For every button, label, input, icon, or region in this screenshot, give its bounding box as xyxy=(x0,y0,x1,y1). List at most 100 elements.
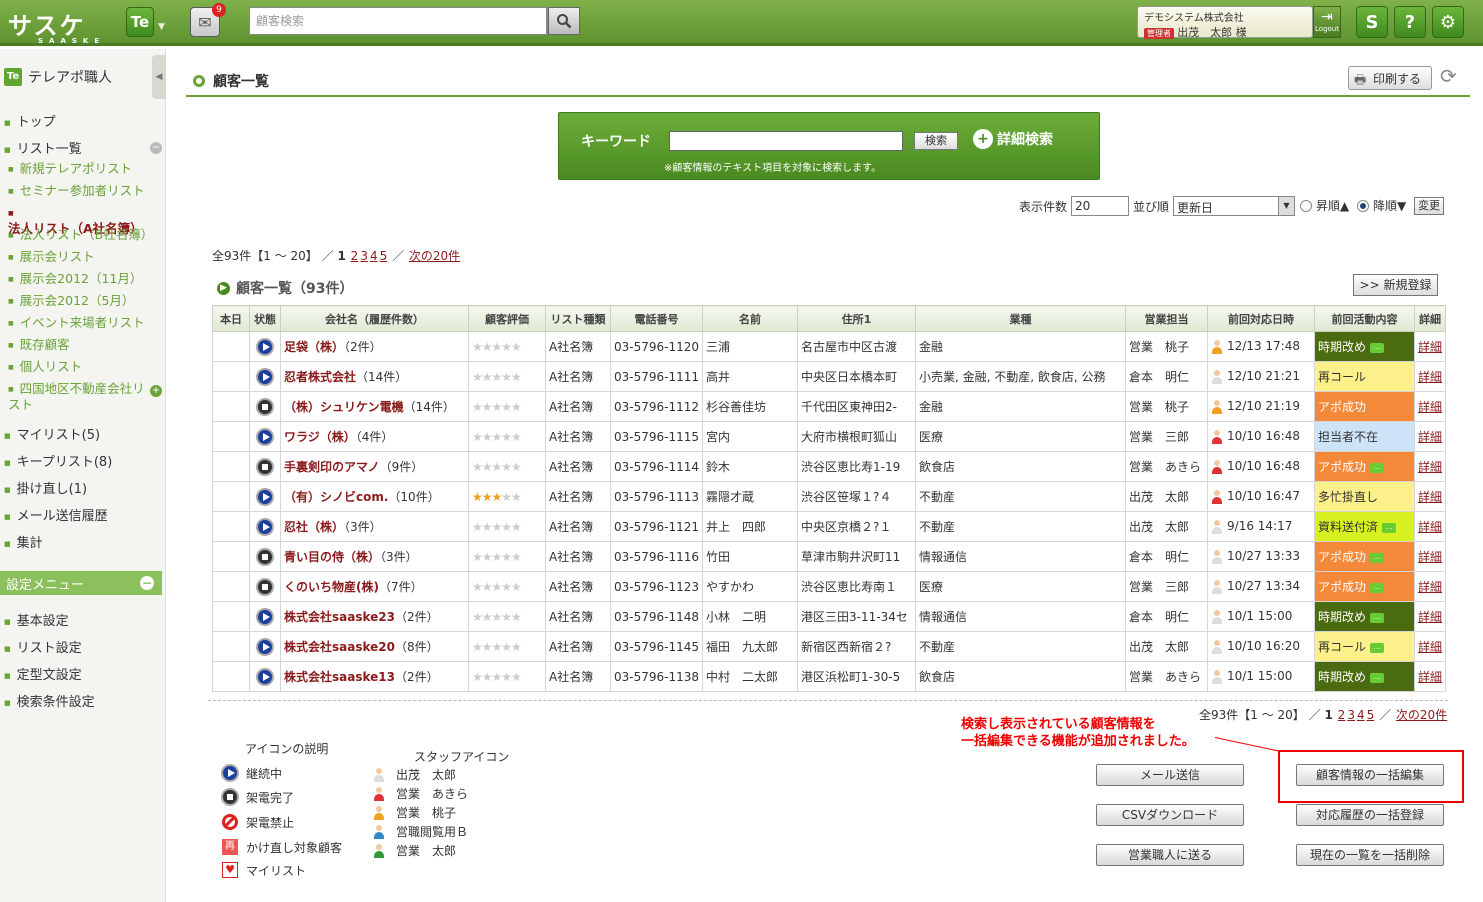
star-rating-icon[interactable]: ★★★★★ xyxy=(472,490,522,504)
collapse-icon[interactable]: − xyxy=(140,576,154,590)
detail-link[interactable]: 詳細 xyxy=(1418,520,1442,534)
app-switch-button[interactable]: Te xyxy=(126,7,154,37)
help-icon[interactable]: ? xyxy=(1394,6,1426,38)
table-row[interactable]: 忍社（株）（3件） ★★★★★ A社名簿 03-5796-1121 井上 四郎 中央区京橋… xyxy=(212,511,1447,542)
comment-icon[interactable]: … xyxy=(1370,342,1385,353)
call-done-icon[interactable] xyxy=(256,577,274,596)
sidebar-item-mylist[interactable]: マイリスト(5) xyxy=(4,424,100,443)
sidebar-item-lists[interactable]: リスト一覧 xyxy=(4,138,82,157)
search-button[interactable] xyxy=(548,7,580,35)
sort-select[interactable]: 更新日 ▼ xyxy=(1173,196,1295,216)
continue-icon[interactable] xyxy=(256,487,274,506)
star-rating-icon[interactable]: ★★★★★ xyxy=(472,520,522,534)
table-row[interactable]: （株）シュリケン電機（14件） ★★★★★ A社名簿 03-5796-1112 杉谷善佳… xyxy=(212,391,1447,422)
sidebar-list-item[interactable]: 展示会リスト xyxy=(8,249,154,265)
sidebar-list-item[interactable]: 四国地区不動産会社リスト xyxy=(8,381,150,412)
pager-next[interactable]: 次の20件 xyxy=(1396,708,1447,722)
sidebar-list-item[interactable]: イベント来場者リスト xyxy=(8,315,154,331)
sidebar-list-item[interactable]: セミナー参加者リスト xyxy=(8,183,154,199)
detail-link[interactable]: 詳細 xyxy=(1418,610,1442,624)
sidebar-item-keeplist[interactable]: キープリスト(8) xyxy=(4,451,113,470)
detail-link[interactable]: 詳細 xyxy=(1418,400,1442,414)
sidebar-item-recall[interactable]: 掛け直し(1) xyxy=(4,478,87,497)
continue-icon[interactable] xyxy=(256,517,274,536)
pager-link[interactable]: 4 xyxy=(1357,708,1365,722)
table-row[interactable]: 足袋（株）（2件） ★★★★★ A社名簿 03-5796-1120 三浦 名古屋市中区古渡… xyxy=(212,331,1447,362)
bulk-history-button[interactable]: 対応履歴の一括登録 xyxy=(1296,804,1444,826)
pager-link[interactable]: 2 xyxy=(351,249,359,263)
detail-link[interactable]: 詳細 xyxy=(1418,490,1442,504)
table-row[interactable]: 手裏剣印のアマノ（9件） ★★★★★ A社名簿 03-5796-1114 鈴木 渋谷区恵比… xyxy=(212,451,1447,482)
pager-link[interactable]: 5 xyxy=(380,249,388,263)
star-rating-icon[interactable]: ★★★★★ xyxy=(472,340,522,354)
table-row[interactable]: （有）シノビcom.（10件） ★★★★★ A社名簿 03-5796-1113 霧隠才蔵… xyxy=(212,481,1447,512)
csv-download-button[interactable]: CSVダウンロード xyxy=(1096,804,1244,826)
sidebar-list-item[interactable]: 新規テレアポリスト xyxy=(8,161,154,177)
detail-link[interactable]: 詳細 xyxy=(1418,370,1442,384)
sidebar-list-item[interactable]: 個人リスト xyxy=(8,359,154,375)
new-customer-button[interactable]: >> 新規登録 xyxy=(1353,274,1438,296)
pager-link[interactable]: 3 xyxy=(1347,708,1355,722)
pager-link[interactable]: 2 xyxy=(1338,708,1346,722)
sidebar-list-item[interactable]: 法人リスト（B社名簿） xyxy=(8,227,154,243)
display-count-input[interactable]: 20 xyxy=(1071,196,1129,216)
call-done-icon[interactable] xyxy=(256,397,274,416)
company-link[interactable]: 青い目の侍（株） xyxy=(284,550,380,564)
call-done-icon[interactable] xyxy=(256,547,274,566)
sidebar-item-mail-history[interactable]: メール送信履歴 xyxy=(4,505,108,524)
star-rating-icon[interactable]: ★★★★★ xyxy=(472,460,522,474)
star-rating-icon[interactable]: ★★★★★ xyxy=(472,370,522,384)
table-row[interactable]: ワラジ（株）（4件） ★★★★★ A社名簿 03-5796-1115 宮内 大府市横根町狐… xyxy=(212,421,1447,452)
pager-link[interactable]: 5 xyxy=(1367,708,1375,722)
advanced-search-button[interactable]: + 詳細検索 xyxy=(973,129,1053,149)
company-link[interactable]: （有）シノビcom. xyxy=(284,490,388,504)
star-rating-icon[interactable]: ★★★★★ xyxy=(472,580,522,594)
comment-icon[interactable]: … xyxy=(1382,522,1397,533)
collapse-icon[interactable]: − xyxy=(150,142,162,154)
table-row[interactable]: くのいち物産(株)（7件） ★★★★★ A社名簿 03-5796-1123 やすかわ 渋谷… xyxy=(212,571,1447,602)
company-link[interactable]: ワラジ（株） xyxy=(284,430,356,444)
sidebar-setting-template[interactable]: 定型文設定 xyxy=(4,664,82,683)
sidebar-setting-search[interactable]: 検索条件設定 xyxy=(4,691,95,710)
detail-link[interactable]: 詳細 xyxy=(1418,550,1442,564)
sidebar-list-item[interactable]: 展示会2012（11月） xyxy=(8,271,154,287)
comment-icon[interactable]: … xyxy=(1370,642,1385,653)
desc-radio[interactable] xyxy=(1357,200,1369,212)
company-link[interactable]: 手裏剣印のアマノ xyxy=(284,460,380,474)
sidebar-setting-basic[interactable]: 基本設定 xyxy=(4,610,69,629)
star-rating-icon[interactable]: ★★★★★ xyxy=(472,430,522,444)
settings-menu-header[interactable]: 設定メニュー − xyxy=(0,571,162,595)
continue-icon[interactable] xyxy=(256,637,274,656)
comment-icon[interactable]: … xyxy=(1370,462,1385,473)
star-rating-icon[interactable]: ★★★★★ xyxy=(472,400,522,414)
logout-button[interactable]: ⇥ Logout xyxy=(1313,6,1341,38)
bulk-edit-button[interactable]: 顧客情報の一括編集 xyxy=(1296,764,1444,786)
detail-link[interactable]: 詳細 xyxy=(1418,640,1442,654)
company-link[interactable]: （株）シュリケン電機 xyxy=(284,400,404,414)
keyword-search-button[interactable]: 検索 xyxy=(914,132,958,150)
table-row[interactable]: 青い目の侍（株）（3件） ★★★★★ A社名簿 03-5796-1116 竹田 草津市駒井… xyxy=(212,541,1447,572)
continue-icon[interactable] xyxy=(256,427,274,446)
sidebar-collapse-handle[interactable]: ◀ xyxy=(152,55,166,99)
keyword-input[interactable] xyxy=(669,131,903,151)
user-info[interactable]: デモシステム株式会社 管理者 出茂 太郎 様 xyxy=(1137,6,1313,39)
company-link[interactable]: 忍者株式会社 xyxy=(284,370,356,384)
comment-icon[interactable]: … xyxy=(1370,582,1385,593)
sidebar-setting-list[interactable]: リスト設定 xyxy=(4,637,82,656)
asc-radio[interactable] xyxy=(1300,200,1312,212)
continue-icon[interactable] xyxy=(256,367,274,386)
app-title[interactable]: Te テレアポ職人 xyxy=(4,67,112,87)
pager-link[interactable]: 4 xyxy=(370,249,378,263)
chevron-down-icon[interactable]: ▼ xyxy=(158,22,165,32)
saaske-logo[interactable]: サスケ SAASKE xyxy=(8,6,105,45)
saaske-icon[interactable]: S xyxy=(1356,6,1388,38)
star-rating-icon[interactable]: ★★★★★ xyxy=(472,640,522,654)
refresh-icon[interactable]: ⟳ xyxy=(1440,64,1457,88)
continue-icon[interactable] xyxy=(256,337,274,356)
comment-icon[interactable]: … xyxy=(1370,672,1385,683)
detail-link[interactable]: 詳細 xyxy=(1418,580,1442,594)
table-row[interactable]: 忍者株式会社（14件） ★★★★★ A社名簿 03-5796-1111 高井 中央区日本橋… xyxy=(212,361,1447,392)
sidebar-item-top[interactable]: トップ xyxy=(4,111,56,130)
table-row[interactable]: 株式会社saaske23（2件） ★★★★★ A社名簿 03-5796-1148 小林 … xyxy=(212,601,1447,632)
star-rating-icon[interactable]: ★★★★★ xyxy=(472,670,522,684)
